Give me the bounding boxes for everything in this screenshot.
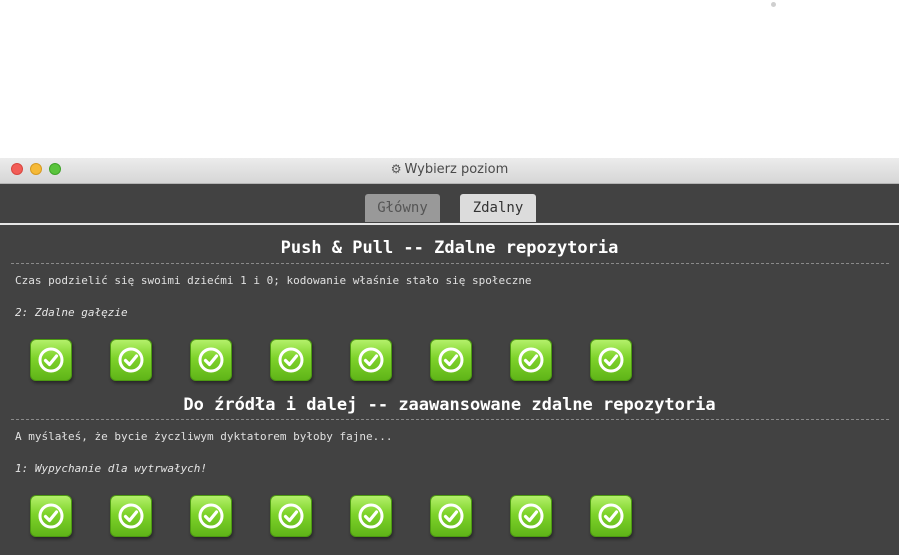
level-button[interactable]	[590, 339, 632, 381]
section-description: Czas podzielić się swoimi dziećmi 1 i 0;…	[15, 274, 532, 287]
level-button[interactable]	[190, 339, 232, 381]
checkmark-icon	[118, 503, 144, 529]
level-grid	[30, 495, 650, 537]
level-button[interactable]	[430, 339, 472, 381]
level-button[interactable]	[350, 495, 392, 537]
checkmark-icon	[38, 347, 64, 373]
level-button[interactable]	[30, 495, 72, 537]
level-button[interactable]	[430, 495, 472, 537]
section-divider	[11, 263, 889, 264]
checkmark-icon	[358, 347, 384, 373]
window-title-area: ⚙ Wybierz poziom	[0, 162, 899, 177]
level-button[interactable]	[190, 495, 232, 537]
section-divider	[11, 419, 889, 420]
level-button[interactable]	[510, 339, 552, 381]
title-bar: ⚙ Wybierz poziom	[0, 158, 899, 184]
decorative-dot	[771, 2, 776, 7]
level-button[interactable]	[270, 495, 312, 537]
checkmark-icon	[278, 347, 304, 373]
checkmark-icon	[38, 503, 64, 529]
checkmark-icon	[518, 347, 544, 373]
checkmark-icon	[598, 503, 624, 529]
level-grid	[30, 339, 650, 381]
checkmark-icon	[518, 503, 544, 529]
section-title: Do źródła i dalej -- zaawansowane zdalne…	[183, 395, 716, 415]
level-button[interactable]	[510, 495, 552, 537]
checkmark-icon	[598, 347, 624, 373]
checkmark-icon	[198, 347, 224, 373]
gear-icon: ⚙	[390, 162, 402, 176]
section-subtitle: 2: Zdalne gałęzie	[15, 306, 128, 319]
level-select-window: ⚙ Wybierz poziom Główny Zdalny Push & Pul…	[0, 158, 899, 555]
level-button[interactable]	[270, 339, 312, 381]
level-button[interactable]	[110, 339, 152, 381]
checkmark-icon	[358, 503, 384, 529]
tab-bar: Główny Zdalny	[0, 194, 899, 223]
checkmark-icon	[118, 347, 144, 373]
tab-zdalny[interactable]: Zdalny	[460, 194, 536, 222]
checkmark-icon	[198, 503, 224, 529]
checkmark-icon	[438, 347, 464, 373]
level-button[interactable]	[110, 495, 152, 537]
level-button[interactable]	[30, 339, 72, 381]
level-button[interactable]	[350, 339, 392, 381]
section-title: Push & Pull -- Zdalne repozytoria	[280, 238, 619, 258]
section-description: A myślałeś, że bycie życzliwym dyktatore…	[15, 430, 393, 443]
tab-divider	[0, 223, 899, 225]
tab-glowny[interactable]: Główny	[365, 194, 440, 222]
level-button[interactable]	[590, 495, 632, 537]
section-subtitle: 1: Wypychanie dla wytrwałych!	[15, 462, 208, 475]
checkmark-icon	[438, 503, 464, 529]
checkmark-icon	[278, 503, 304, 529]
window-title: Wybierz poziom	[404, 162, 509, 177]
